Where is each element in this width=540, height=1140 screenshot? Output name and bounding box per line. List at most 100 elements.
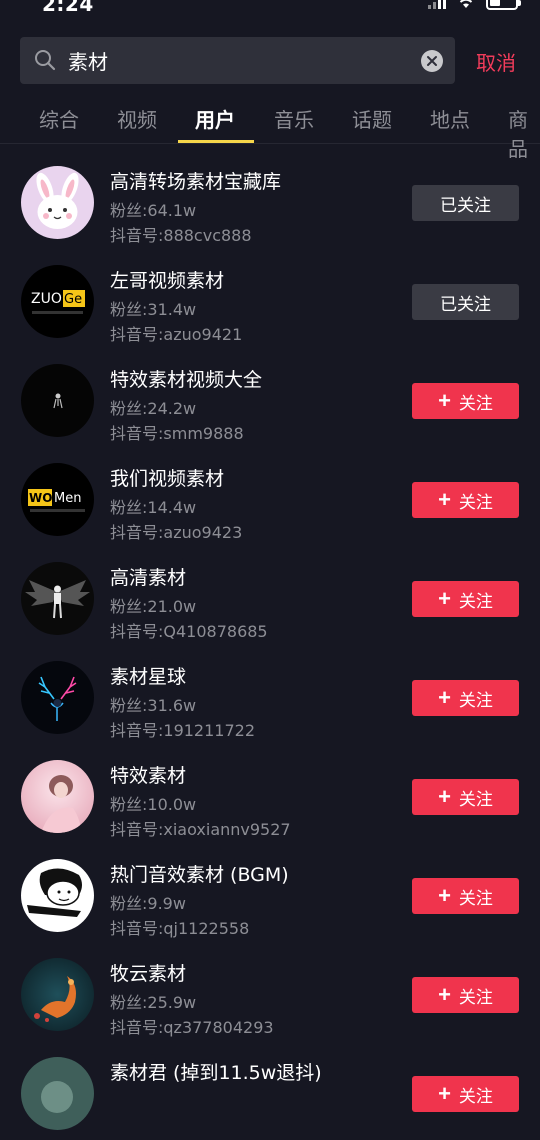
status-time: 2:24	[42, 0, 94, 16]
signal-icon	[428, 0, 446, 9]
user-follower-count: 粉丝:31.6w	[110, 696, 197, 715]
user-name: 牧云素材	[110, 963, 187, 985]
search-icon	[35, 50, 56, 71]
user-row[interactable]: 素材君 (掉到11.5w退抖) + 关注	[0, 1041, 540, 1140]
pink-bunny-avatar[interactable]	[21, 166, 94, 239]
user-follower-count: 粉丝:14.4w	[110, 498, 197, 517]
battery-icon	[486, 0, 521, 10]
following-button[interactable]: 已关注	[412, 185, 519, 221]
user-name: 特效素材	[110, 765, 187, 787]
user-douyin-id: 抖音号:191211722	[110, 721, 256, 740]
svg-text:WO: WO	[29, 491, 52, 505]
follow-button[interactable]: + 关注	[412, 680, 519, 716]
user-douyin-id: 抖音号:Q410878685	[110, 622, 268, 641]
follow-button[interactable]: + 关注	[412, 779, 519, 815]
plus-icon: +	[438, 883, 451, 908]
plus-icon: +	[438, 487, 451, 512]
follow-button-label: 关注	[458, 987, 493, 1007]
user-name: 我们视频素材	[110, 468, 225, 490]
tab-places[interactable]: 地点	[430, 104, 470, 133]
tab-all[interactable]: 综合	[39, 104, 79, 133]
user-row[interactable]: 高清转场素材宝藏库 粉丝:64.1w 抖音号:888cvc888 已关注	[0, 150, 540, 249]
user-follower-count: 粉丝:24.2w	[110, 399, 197, 418]
search-box[interactable]	[20, 37, 455, 84]
wifi-icon	[459, 0, 473, 8]
search-row: 取消	[20, 37, 520, 84]
follow-button-label: 关注	[458, 1086, 493, 1106]
follow-button-label: 关注	[458, 888, 493, 908]
follow-button-label: 关注	[458, 393, 493, 413]
tab-users[interactable]: 用户	[195, 104, 235, 133]
user-douyin-id: 抖音号:xiaoxiannv9527	[110, 820, 291, 839]
user-follower-count: 粉丝:10.0w	[110, 795, 197, 814]
svg-text:ZUO: ZUO	[31, 291, 62, 307]
user-row[interactable]: WO Men 我们视频素材 粉丝:14.4w 抖音号:azuo9423 + 关注	[0, 447, 540, 546]
cartoon-face-avatar[interactable]	[21, 859, 94, 932]
svg-text:Men: Men	[54, 491, 81, 506]
pink-girl-avatar[interactable]	[21, 760, 94, 833]
user-name: 素材星球	[110, 666, 187, 688]
plus-icon: +	[438, 1081, 451, 1106]
neon-deer-avatar[interactable]	[21, 661, 94, 734]
zuoge-logo-avatar[interactable]: ZUO Ge	[21, 265, 94, 338]
follow-button[interactable]: + 关注	[412, 878, 519, 914]
plus-icon: +	[438, 388, 451, 413]
svg-text:Ge: Ge	[64, 292, 82, 307]
user-follower-count: 粉丝:31.4w	[110, 300, 197, 319]
status-bar: 2:24	[0, 0, 540, 18]
follow-button[interactable]: + 关注	[412, 1076, 519, 1112]
user-name: 左哥视频素材	[110, 270, 225, 292]
user-name: 素材君 (掉到11.5w退抖)	[110, 1062, 322, 1084]
user-follower-count: 粉丝:64.1w	[110, 201, 197, 220]
follow-button[interactable]: + 关注	[412, 383, 519, 419]
user-douyin-id: 抖音号:888cvc888	[110, 226, 252, 245]
plus-icon: +	[438, 685, 451, 710]
user-row[interactable]: 特效素材视频大全 粉丝:24.2w 抖音号:smm9888 + 关注	[0, 348, 540, 447]
user-name: 热门音效素材 (BGM)	[110, 864, 289, 886]
user-douyin-id: 抖音号:smm9888	[110, 424, 244, 443]
dark-figure-avatar[interactable]	[21, 364, 94, 437]
user-douyin-id: 抖音号:qj1122558	[110, 919, 250, 938]
follow-button-label: 关注	[458, 789, 493, 809]
status-icons	[428, 0, 521, 10]
plus-icon: +	[438, 586, 451, 611]
user-row[interactable]: 素材星球粉丝:31.6w 抖音号:191211722 + 关注	[0, 645, 540, 744]
tab-music[interactable]: 音乐	[274, 104, 314, 133]
goldfish-avatar[interactable]	[21, 958, 94, 1031]
clear-search-icon[interactable]	[421, 50, 443, 72]
plus-icon: +	[438, 982, 451, 1007]
tab-video[interactable]: 视频	[117, 104, 157, 133]
follow-button-label: 关注	[458, 492, 493, 512]
women-logo-avatar[interactable]: WO Men	[21, 463, 94, 536]
user-row[interactable]: 牧云素材粉丝:25.9w 抖音号:qz377804293 + 关注	[0, 942, 540, 1041]
user-row[interactable]: 高清素材粉丝:21.0w 抖音号:Q410878685 + 关注	[0, 546, 540, 645]
user-name: 高清素材	[110, 567, 187, 589]
user-follower-count: 粉丝:25.9w	[110, 993, 197, 1012]
user-douyin-id: 抖音号:azuo9421	[110, 325, 243, 344]
plus-icon: +	[438, 784, 451, 809]
user-row[interactable]: 特效素材粉丝:10.0w 抖音号:xiaoxiannv9527 + 关注	[0, 744, 540, 843]
following-button[interactable]: 已关注	[412, 284, 519, 320]
user-name: 特效素材视频大全	[110, 369, 263, 391]
winged-figure-avatar[interactable]	[21, 562, 94, 635]
user-follower-count: 粉丝:9.9w	[110, 894, 186, 913]
follow-button-label: 关注	[458, 591, 493, 611]
search-input[interactable]	[68, 48, 408, 72]
follow-button[interactable]: + 关注	[412, 482, 519, 518]
tab-topics[interactable]: 话题	[352, 104, 392, 133]
user-row[interactable]: 热门音效素材 (BGM) 粉丝:9.9w 抖音号:qj1122558 + 关注	[0, 843, 540, 942]
user-row[interactable]: ZUO Ge 左哥视频素材 粉丝:31.4w 抖音号:azuo9421 已关注	[0, 249, 540, 348]
active-tab-indicator	[178, 140, 254, 143]
follow-button-label: 关注	[458, 690, 493, 710]
tab-bar: 综合 视频 用户 音乐 话题 地点 商品	[0, 100, 540, 161]
partial-avatar[interactable]	[21, 1057, 94, 1130]
user-douyin-id: 抖音号:qz377804293	[110, 1018, 274, 1037]
follow-button-label: 已关注	[440, 195, 491, 215]
follow-button[interactable]: + 关注	[412, 977, 519, 1013]
user-follower-count: 粉丝:21.0w	[110, 597, 197, 616]
follow-button[interactable]: + 关注	[412, 581, 519, 617]
user-name: 高清转场素材宝藏库	[110, 171, 282, 193]
user-douyin-id: 抖音号:azuo9423	[110, 523, 243, 542]
cancel-button[interactable]: 取消	[476, 47, 516, 76]
follow-button-label: 已关注	[440, 294, 491, 314]
